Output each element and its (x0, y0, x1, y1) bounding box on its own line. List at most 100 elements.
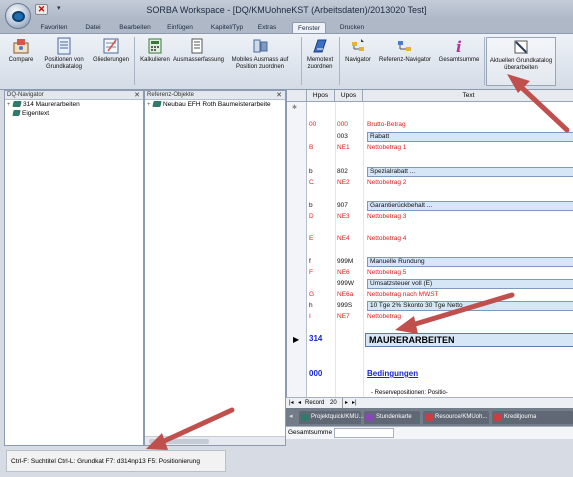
close-icon[interactable]: ✕ (276, 91, 282, 100)
tab-bearbeiten[interactable]: Bearbeiten (114, 22, 156, 33)
text-cell[interactable]: Nettobetrag 5 (367, 268, 406, 277)
upos-cell[interactable]: NE1 (337, 143, 350, 152)
navigator-icon (352, 39, 364, 51)
upos-cell[interactable]: NE6a (337, 290, 353, 299)
tree-item-eigentext[interactable]: Eigentext (12, 110, 49, 118)
upos-cell[interactable]: 003 (337, 132, 348, 141)
total-sum-button[interactable]: i Gesamtsumme (436, 37, 482, 64)
previous-record-icon[interactable]: ◂ (298, 398, 301, 408)
tab-einfuegen[interactable]: Einfügen (163, 22, 197, 33)
new-row-icon: ✱ (292, 105, 298, 111)
hpos-cell[interactable]: b (309, 201, 313, 210)
reference-navigator-button[interactable]: Referenz-Navigator (375, 37, 435, 64)
positions-from-catalog-button[interactable]: Positionen von Grundkatalog (40, 37, 88, 71)
doc-tab-stundenkarte[interactable]: Stundenkarte (364, 411, 420, 424)
mobile-measure-button[interactable]: Mobiles Ausmass auf Position zuordnen (221, 37, 299, 71)
text-cell[interactable]: Nettobetrag nach MWST (367, 290, 439, 299)
scrollbar-thumb[interactable] (149, 439, 209, 444)
chapter-number[interactable]: 314 (309, 334, 322, 343)
hpos-cell[interactable]: F (309, 268, 313, 277)
record-number[interactable]: 20 (330, 398, 337, 408)
calculate-button[interactable]: Kalkulieren (137, 37, 173, 64)
tree-item-neubau-efh[interactable]: + Neubau EFH Roth Baumeisterarbeite (147, 101, 271, 109)
hpos-cell[interactable]: f (309, 257, 311, 266)
status-bar: Ctrl-F: Suchtitel Ctrl-L: Grundkat F7: d… (0, 446, 573, 477)
text-cell-boxed[interactable]: 10 Tge 2% Skonto 30 Tge Netto (367, 301, 573, 311)
upos-cell[interactable]: 999W (337, 279, 354, 288)
ribbon-tab-strip: Favoriten Datei Bearbeiten Einfügen Kapi… (0, 20, 573, 33)
memo-text-button[interactable]: Memotext zuordnen (303, 37, 337, 71)
upos-cell[interactable]: NE4 (337, 234, 350, 243)
text-cell[interactable]: Nettobetrag 2 (367, 178, 406, 187)
text-cell[interactable]: Nettobetrag 1 (367, 143, 406, 152)
upos-cell[interactable]: NE6 (337, 268, 350, 277)
hpos-cell[interactable]: B (309, 143, 313, 152)
tab-fenster[interactable]: Fenster (292, 22, 326, 33)
total-sum-bar: Gesamtsumme (286, 426, 573, 439)
upos-cell[interactable]: 802 (337, 167, 348, 176)
text-cell[interactable]: Nettobetrag 4 (367, 234, 406, 243)
measurement-button[interactable]: Ausmasserfassung (173, 37, 224, 64)
edit-current-catalog-button[interactable]: Aktuellen Grundkatalog überarbeiten (486, 37, 556, 86)
compare-button[interactable]: Compare (4, 37, 38, 64)
last-record-icon[interactable]: ▸| (352, 398, 357, 408)
next-record-icon[interactable]: ▸ (342, 398, 348, 408)
tab-kapitel-typ[interactable]: Kapitel/Typ (206, 22, 248, 33)
chapter-node-icon (12, 101, 22, 107)
column-text[interactable]: Text (363, 90, 573, 102)
text-cell-boxed[interactable]: Garantierückbehalt ... (367, 201, 573, 211)
hpos-cell[interactable]: I (309, 312, 311, 321)
text-cell-boxed[interactable]: Manuelle Rundung (367, 257, 573, 267)
tab-favoriten[interactable]: Favoriten (36, 22, 72, 33)
navigator-button[interactable]: Navigator (341, 37, 375, 64)
section-number[interactable]: 000 (309, 369, 322, 378)
hpos-cell[interactable]: C (309, 178, 314, 187)
hpos-cell[interactable]: 00 (309, 120, 316, 129)
upos-cell[interactable]: 999M (337, 257, 353, 266)
text-cell-boxed[interactable]: Umsatzsteuer voll (E) (367, 279, 573, 289)
total-sum-value-field[interactable] (334, 428, 394, 438)
hpos-cell[interactable]: b (309, 167, 313, 176)
tree-item-maurerarbeiten[interactable]: +314 Maurerarbeiten (7, 101, 80, 109)
chapter-title-box[interactable]: MAURERARBEITEN (365, 333, 573, 347)
document-icon (301, 414, 309, 421)
quick-access-dropdown-icon[interactable]: ▾ (57, 4, 61, 12)
text-cell[interactable]: Nettobetrag (367, 312, 401, 321)
upos-cell[interactable]: NE3 (337, 212, 350, 221)
outlines-button[interactable]: Gliederungen (90, 37, 132, 64)
close-icon[interactable]: ✕ (35, 4, 48, 15)
doc-tab-kreditjournal[interactable]: Kreditjourna (492, 411, 573, 424)
section-title[interactable]: Bedingungen (367, 369, 418, 378)
tab-drucken[interactable]: Drucken (335, 22, 369, 33)
chapter-title: MAURERARBEITEN (369, 335, 455, 345)
upos-cell[interactable]: 999S (337, 301, 352, 310)
hpos-cell[interactable]: h (309, 301, 313, 310)
horizontal-scrollbar[interactable] (145, 436, 285, 445)
column-divider (363, 102, 364, 397)
doc-tab-resource[interactable]: Resource/KMUoh... (423, 411, 489, 424)
section-text-preview[interactable]: - Reservepositionen: Positio- (371, 389, 448, 397)
text-cell[interactable]: Brutto-Betrag (367, 120, 406, 129)
text-cell-boxed[interactable]: Spezialrabatt ... (367, 167, 573, 177)
upos-cell[interactable]: 907 (337, 201, 348, 210)
journal-icon (494, 414, 502, 421)
upos-cell[interactable]: NE7 (337, 312, 350, 321)
hpos-cell[interactable]: D (309, 212, 314, 221)
doc-tab-projektquick[interactable]: Projektquick/KMU... (299, 411, 364, 424)
column-hpos[interactable]: Hpos (307, 90, 335, 102)
compare-label: Compare (8, 57, 34, 63)
tab-datei[interactable]: Datei (80, 22, 106, 33)
text-cell[interactable]: Nettobetrag 3 (367, 212, 406, 221)
first-record-icon[interactable]: |◂ (289, 398, 294, 408)
close-icon[interactable]: ✕ (134, 91, 140, 100)
catalog-icon (57, 37, 71, 55)
application-menu-button[interactable] (5, 3, 31, 29)
hpos-cell[interactable]: E (309, 234, 313, 243)
hpos-cell[interactable]: G (309, 290, 314, 299)
upos-cell[interactable]: NE2 (337, 178, 350, 187)
text-cell-boxed[interactable]: Rabatt (367, 132, 573, 142)
tab-extras[interactable]: Extras (255, 22, 279, 33)
upos-cell[interactable]: 000 (337, 120, 348, 129)
column-upos[interactable]: Upos (335, 90, 363, 102)
scroll-left-icon[interactable]: ◂ (289, 412, 293, 420)
